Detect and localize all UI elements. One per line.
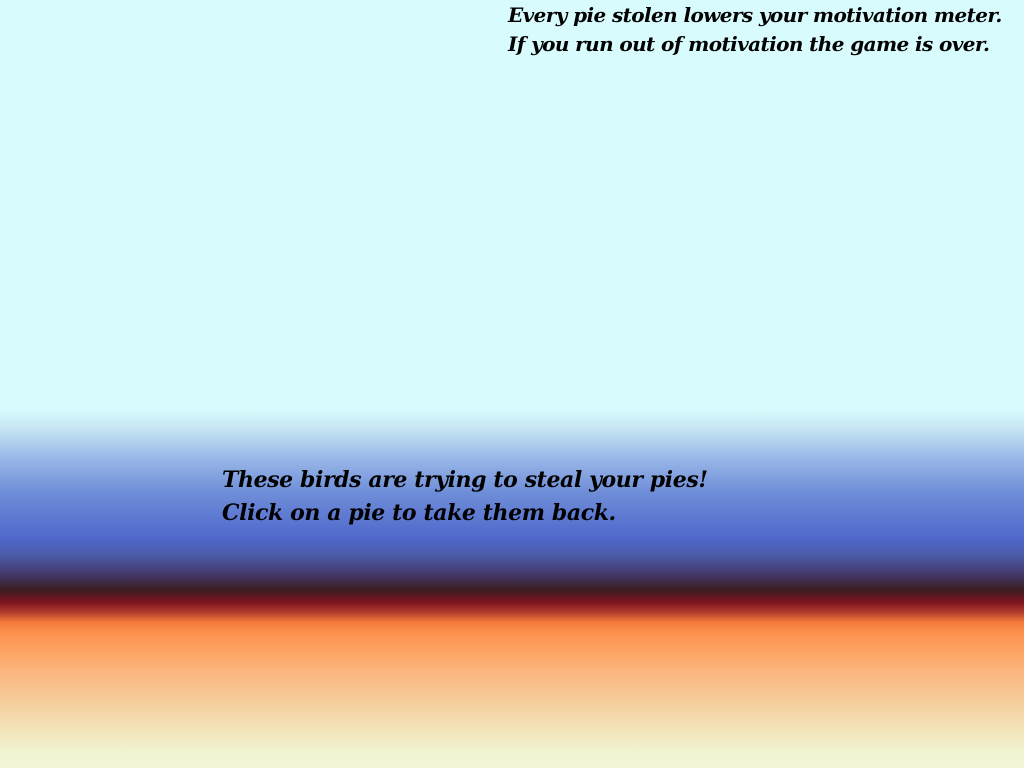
instructions-line-1: These birds are trying to steal your pie… <box>222 467 708 493</box>
motivation-hint-line-2: If you run out of motivation the game is… <box>508 32 990 56</box>
instructions-line-2: Click on a pie to take them back. <box>222 500 616 526</box>
motivation-hint-line-1: Every pie stolen lowers your motivation … <box>508 3 1002 27</box>
motivation-hint-text: Every pie stolen lowers your motivation … <box>508 1 1002 59</box>
game-scene[interactable]: Every pie stolen lowers your motivation … <box>0 0 1024 768</box>
instructions-text: These birds are trying to steal your pie… <box>222 464 708 530</box>
